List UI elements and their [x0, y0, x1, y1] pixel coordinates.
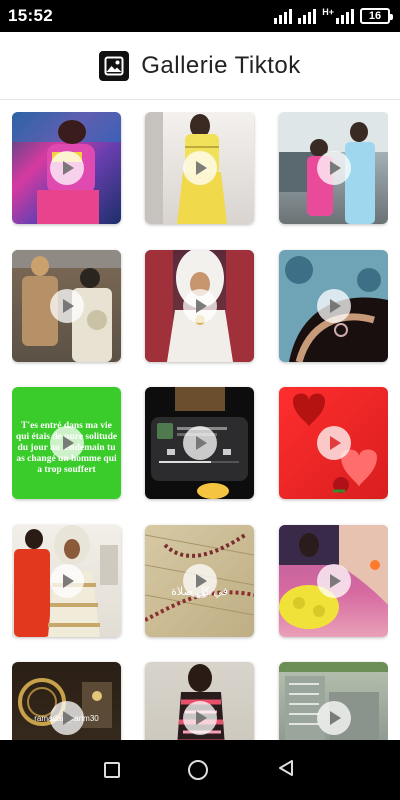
system-navigation-bar: [0, 740, 400, 800]
status-time: 15:52: [8, 6, 53, 25]
video-thumbnail[interactable]: [12, 112, 121, 224]
play-icon: [49, 289, 84, 323]
video-thumbnail[interactable]: [12, 525, 121, 637]
video-thumbnail[interactable]: ramadan_karim30: [12, 662, 121, 740]
play-icon: [316, 289, 351, 323]
play-icon: [316, 151, 351, 185]
video-thumbnail[interactable]: [279, 250, 388, 362]
video-thumbnail[interactable]: [12, 250, 121, 362]
page-title: Gallerie Tiktok: [141, 51, 301, 79]
play-icon: [182, 701, 217, 735]
app-header: Gallerie Tiktok: [0, 32, 400, 100]
video-thumbnail[interactable]: [145, 250, 254, 362]
triangle-back-icon[interactable]: [276, 758, 296, 783]
status-bar: 15:52 H+ 16: [0, 0, 400, 32]
network-type-label: H+: [322, 6, 334, 17]
play-icon: [316, 701, 351, 735]
play-icon: [49, 426, 84, 460]
signal-icon-3: [336, 8, 354, 24]
play-icon: [316, 564, 351, 598]
play-icon: [182, 151, 217, 185]
battery-level: 16: [368, 10, 382, 22]
video-thumbnail[interactable]: [145, 387, 254, 499]
square-icon[interactable]: [104, 762, 120, 778]
video-thumbnail[interactable]: [279, 387, 388, 499]
circle-icon[interactable]: [188, 760, 208, 780]
video-thumbnail[interactable]: في كل صلاة: [145, 525, 254, 637]
video-thumbnail[interactable]: T'es entré dans ma vie qui étais de pure…: [12, 387, 121, 499]
signal-icon: [274, 8, 293, 24]
video-thumbnail[interactable]: [145, 662, 254, 740]
play-icon: [182, 564, 217, 598]
signal-icon-2: [298, 8, 317, 24]
video-thumbnail[interactable]: [279, 662, 388, 740]
video-thumbnail[interactable]: [145, 112, 254, 224]
play-icon: [316, 426, 351, 460]
play-icon: [182, 426, 217, 460]
gallery-image-icon: [99, 50, 130, 81]
play-icon: [49, 701, 84, 735]
status-icons: H+ 16: [274, 6, 393, 24]
battery-icon: 16: [360, 8, 393, 24]
video-thumbnail[interactable]: [279, 525, 388, 637]
video-thumbnail[interactable]: [279, 112, 388, 224]
play-icon: [49, 151, 84, 185]
play-icon: [49, 564, 84, 598]
video-gallery-grid: T'es entré dans ma vie qui étais de pure…: [12, 112, 388, 740]
play-icon: [182, 289, 217, 323]
